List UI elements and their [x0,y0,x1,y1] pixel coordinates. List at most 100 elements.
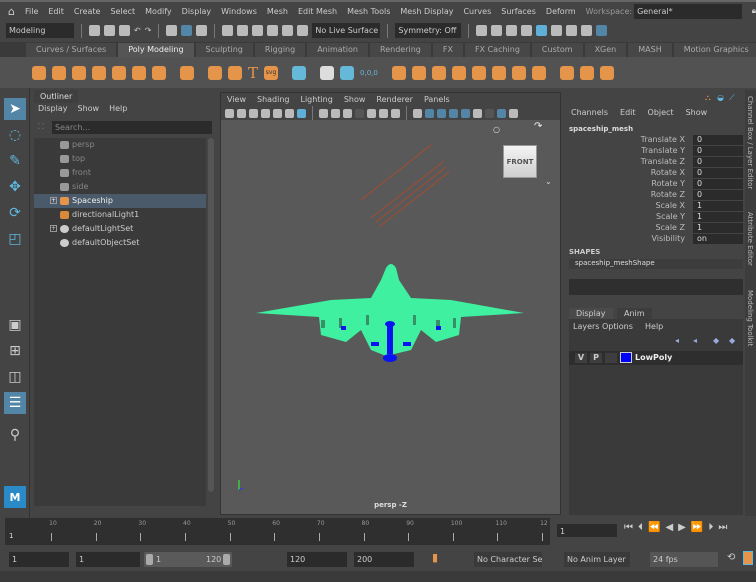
channel-box-icon[interactable] [596,25,608,36]
character-set-dropdown[interactable]: No Character Set [474,552,542,567]
time-slider[interactable]: 1 10 20 30 40 50 60 70 80 90 100 110 12 [5,518,550,545]
attr-value-field[interactable]: 0 [693,157,743,167]
menu-modify[interactable]: Modify [145,7,172,16]
outliner-tab[interactable]: Outliner [34,90,79,103]
layer-tools-icon[interactable]: ◒ [717,93,724,102]
workspace-dropdown[interactable]: General* [634,3,742,19]
play-forwards-icon[interactable]: ▶ [678,522,686,533]
loop-icon[interactable]: ⟲ [727,552,735,563]
poly-cone-icon[interactable] [92,65,106,80]
lock-camera-icon[interactable] [237,108,246,118]
shelf-tab-mash[interactable]: MASH [628,43,672,57]
safe-title-icon[interactable] [391,108,400,118]
extrude-icon[interactable] [559,65,574,80]
2d-pan-zoom-icon[interactable] [285,108,294,118]
svg-tool-icon[interactable]: svg [264,65,279,80]
outliner-menu-show[interactable]: Show [78,104,100,113]
viewport-menu-view[interactable]: View [227,95,246,104]
render-settings-icon[interactable] [521,25,533,36]
human-ik-icon[interactable] [566,25,578,36]
shelf-tab-motion-graphics[interactable]: Motion Graphics [673,43,756,57]
outliner-menu-display[interactable]: Display [38,104,68,113]
menu-file[interactable]: File [25,7,38,16]
undo-icon[interactable]: ↶ [134,26,141,35]
attribute-editor-icon[interactable] [581,25,593,36]
field-chart-icon[interactable] [367,108,376,118]
list-item[interactable]: front [34,166,206,180]
viewport-menu-panels[interactable]: Panels [424,95,450,104]
live-surface-field[interactable]: No Live Surface [312,23,381,38]
freeze-transform-icon[interactable]: 0,0,0 [360,69,378,77]
move-tool-icon[interactable]: ✥ [4,176,26,198]
mode-dropdown[interactable]: Modeling [6,23,74,38]
hypershade-icon[interactable] [536,25,548,36]
step-forward-key-icon[interactable]: ⏩ [691,522,703,533]
shelf-tab-fx[interactable]: FX [432,43,463,57]
channel-menu-show[interactable]: Show [686,108,708,117]
menu-mesh[interactable]: Mesh [267,7,288,16]
attr-value-field[interactable]: 1 [693,212,743,222]
lasso-tool-icon[interactable]: ◌ [4,124,26,146]
extract-icon[interactable] [431,65,446,80]
go-to-end-icon[interactable]: ⏭ [718,522,727,533]
channel-box-tools-icon[interactable]: ⛬ [705,93,711,103]
scene-end-field[interactable]: 200 [354,552,414,567]
viewport-panel[interactable]: View Shading Lighting Show Renderer Pane… [220,92,561,515]
playback-start-field[interactable]: 1 [76,552,140,567]
layer-menu-help[interactable]: Help [645,322,663,331]
menu-surfaces[interactable]: Surfaces [501,7,536,16]
open-scene-icon[interactable] [104,25,115,36]
auto-key-icon[interactable]: ▮ [432,551,438,564]
menu-mesh-display[interactable]: Mesh Display [400,7,453,16]
new-layer-icon[interactable]: ◆ [713,336,719,345]
current-frame-field[interactable]: 1 [557,524,617,537]
bevel-icon[interactable] [579,65,594,80]
play-backwards-icon[interactable]: ◀ [665,522,673,533]
lights-icon[interactable] [473,108,482,118]
grease-pencil-icon[interactable] [297,108,306,118]
attr-value-field[interactable]: 0 [693,168,743,178]
snap-grid-icon[interactable] [222,25,234,36]
modeling-toolkit-icon[interactable] [551,25,563,36]
shadows-icon[interactable] [485,108,494,118]
super-shape-icon[interactable] [208,65,222,80]
anim-prefs-icon[interactable] [743,551,753,565]
range-handle-start[interactable] [146,554,153,565]
channel-menu-object[interactable]: Object [648,108,674,117]
viewport-menu-show[interactable]: Show [344,95,366,104]
scale-tool-icon[interactable]: ◰ [4,228,26,250]
film-gate-icon[interactable] [331,108,340,118]
smooth-icon[interactable] [471,65,486,80]
attr-value-field[interactable]: 0 [693,179,743,189]
ipr-render-icon[interactable] [506,25,518,36]
select-object-icon[interactable] [181,25,193,36]
tab-modeling-toolkit[interactable]: Modeling Toolkit [746,290,754,346]
viewport-menu-renderer[interactable]: Renderer [376,95,413,104]
render-frame-icon[interactable] [491,25,503,36]
new-layer-selected-icon[interactable]: ◆ [729,336,735,345]
layer-visibility-toggle[interactable]: V [575,353,587,363]
poly-torus-icon[interactable] [112,65,126,80]
layer-tab-display[interactable]: Display [569,308,613,319]
outliner-layout-icon[interactable]: ☰ [4,392,26,414]
shelf-tab-curves-surfaces[interactable]: Curves / Surfaces [26,43,117,57]
layer-playback-toggle[interactable]: P [590,353,602,363]
channel-menu-channels[interactable]: Channels [571,108,608,117]
home-view-icon[interactable]: ○ [493,125,500,134]
shelf-tab-custom[interactable]: Custom [531,43,583,57]
outliner-search-input[interactable]: Search... [52,121,212,134]
measure-icon[interactable] [320,65,335,80]
four-layout-icon[interactable]: ⊞ [4,340,26,362]
range-slider[interactable]: 1 120 [144,552,232,567]
tab-channel-box-layer-editor[interactable]: Channel Box / Layer Editor [746,96,754,189]
move-layer-down-icon[interactable]: ◂ [693,336,697,345]
safe-action-icon[interactable] [379,108,388,118]
redo-icon[interactable]: ↷ [145,26,152,35]
list-item[interactable]: persp [34,138,206,152]
shelf-tab-poly-modeling[interactable]: Poly Modeling [118,43,194,57]
shelf-tab-fx-caching[interactable]: FX Caching [464,43,530,57]
search-icon[interactable]: ⚲ [4,424,26,446]
go-to-start-icon[interactable]: ⏮ [624,522,633,533]
list-item[interactable]: top [34,152,206,166]
shelf-tab-xgen[interactable]: XGen [584,43,627,57]
